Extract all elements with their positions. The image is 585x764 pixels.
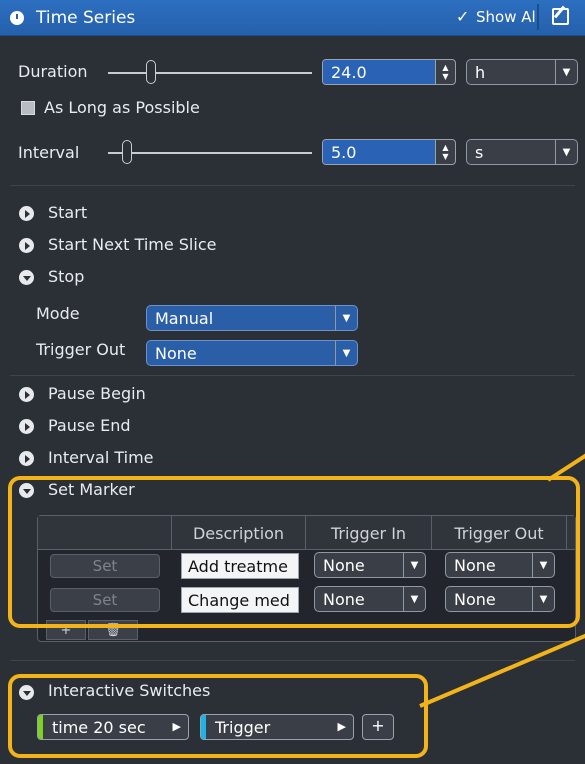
trigger-out-dropdown[interactable]: None ▼ [146, 340, 358, 366]
interval-value[interactable]: 5.0 [323, 140, 435, 164]
highlight-set-marker [8, 476, 580, 628]
chevron-down-icon: ▼ [335, 341, 357, 365]
expand-arrow-icon[interactable] [19, 419, 34, 434]
interval-spinbox[interactable]: 5.0 ▲ ▼ [322, 139, 456, 165]
trigger-out-label: Trigger Out [36, 340, 126, 359]
expand-arrow-icon[interactable] [19, 206, 34, 221]
panel-header[interactable]: Time Series ✓ Show All [0, 0, 585, 36]
interval-slider-thumb[interactable] [122, 140, 132, 164]
expand-arrow-icon[interactable] [19, 451, 34, 466]
show-all-label: Show All [476, 8, 540, 26]
duration-label: Duration [18, 62, 88, 81]
section-interval-time[interactable]: Interval Time [48, 448, 154, 467]
mode-label: Mode [36, 304, 80, 323]
trigger-out-value: None [155, 343, 197, 363]
collapse-arrow-icon[interactable] [19, 270, 34, 285]
duration-value[interactable]: 24.0 [323, 60, 435, 84]
as-long-checkbox[interactable] [21, 101, 35, 115]
section-divider [10, 185, 575, 186]
section-pause-end[interactable]: Pause End [48, 416, 131, 435]
interval-slider-track[interactable] [108, 152, 312, 154]
spin-arrows-icon[interactable]: ▲ ▼ [435, 140, 455, 164]
as-long-label: As Long as Possible [44, 98, 200, 117]
panel-title: Time Series [36, 8, 136, 28]
section-start-next[interactable]: Start Next Time Slice [48, 235, 216, 254]
mode-value: Manual [155, 308, 214, 328]
checkmark-icon: ✓ [456, 7, 470, 26]
section-pause-begin[interactable]: Pause Begin [48, 384, 146, 403]
expand-arrow-icon[interactable] [19, 387, 34, 402]
duration-unit-value: h [475, 62, 486, 82]
duration-unit-dropdown[interactable]: h ▼ [466, 59, 578, 85]
section-divider [10, 660, 575, 661]
highlight-interactive-switches [8, 674, 428, 758]
mode-dropdown[interactable]: Manual ▼ [146, 305, 358, 331]
interval-unit-value: s [475, 142, 484, 162]
section-start[interactable]: Start [48, 203, 87, 222]
clock-icon [10, 11, 24, 25]
duration-spinbox[interactable]: 24.0 ▲ ▼ [322, 59, 456, 85]
duration-slider-thumb[interactable] [146, 60, 156, 84]
duration-slider-track[interactable] [108, 72, 312, 74]
chevron-down-icon: ▼ [555, 140, 577, 164]
expand-arrow-icon[interactable] [19, 238, 34, 253]
chevron-down-icon: ▼ [555, 60, 577, 84]
section-divider [10, 375, 575, 376]
interval-label: Interval [18, 143, 80, 162]
chevron-down-icon: ▼ [335, 306, 357, 330]
interval-unit-dropdown[interactable]: s ▼ [466, 139, 578, 165]
edit-icon[interactable] [552, 8, 569, 25]
section-stop[interactable]: Stop [48, 267, 84, 286]
spin-arrows-icon[interactable]: ▲ ▼ [435, 60, 455, 84]
header-divider [537, 4, 539, 30]
